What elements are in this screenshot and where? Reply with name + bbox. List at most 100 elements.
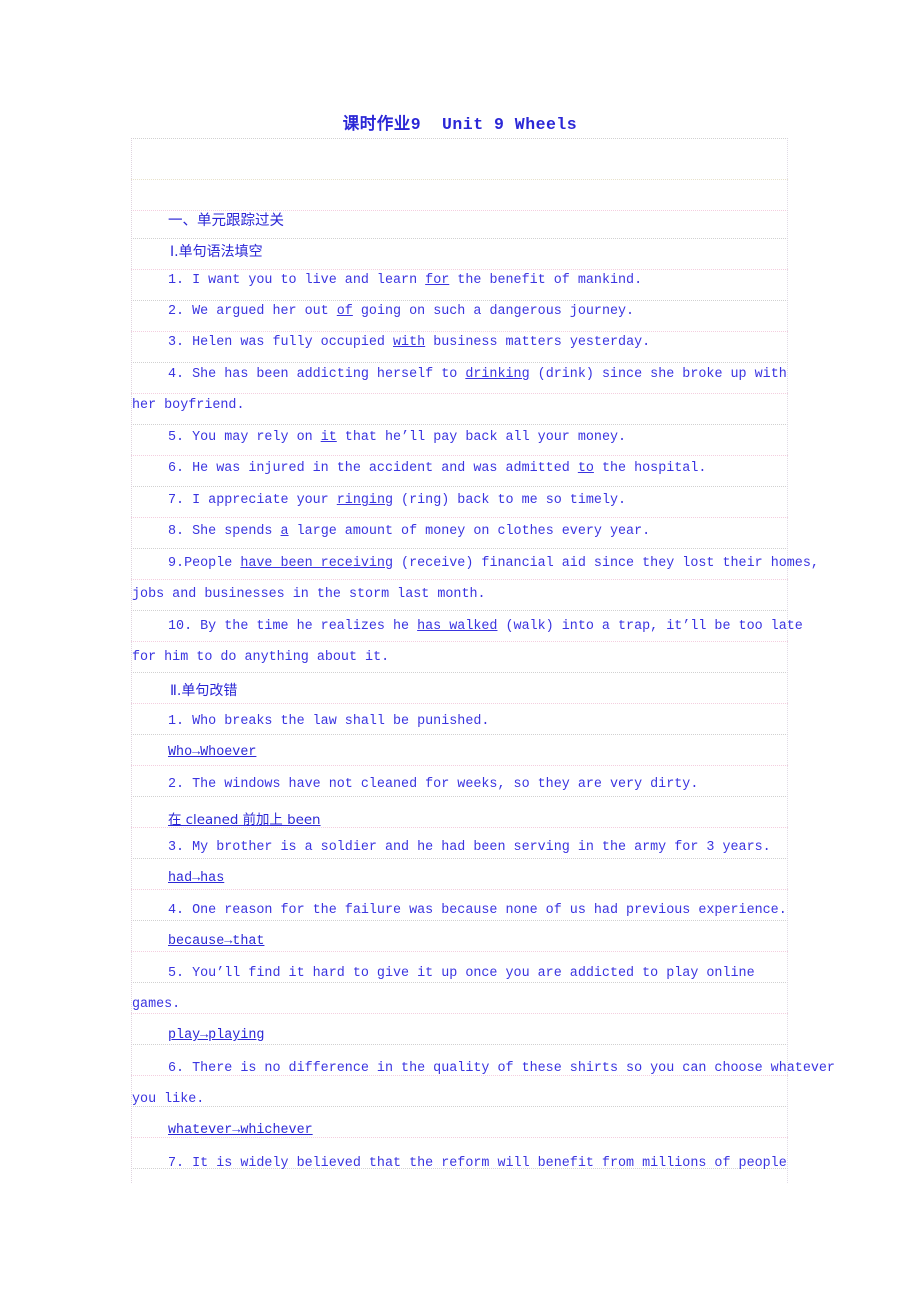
part2-item-3: 3. My brother is a soldier and he had be… xyxy=(168,839,771,856)
part2-item-7: 7. It is widely believed that the reform… xyxy=(168,1155,787,1172)
part2-item-2: 2. The windows have not cleaned for week… xyxy=(168,776,698,793)
part2-answer-6: whatever→whichever xyxy=(168,1123,313,1138)
grid-hline xyxy=(131,672,788,673)
part1-item-4-cont: her boyfriend. xyxy=(132,398,245,413)
item-answer: ringing xyxy=(336,493,394,508)
part2-answer-3: had→has xyxy=(168,871,225,886)
item-answer: to xyxy=(577,461,594,476)
grid-hline xyxy=(131,517,788,518)
part1-item-6: 6. He was injured in the accident and wa… xyxy=(168,460,706,477)
item-text-pre: Helen was fully occupied xyxy=(184,335,394,350)
grid-hline xyxy=(131,424,788,425)
grid-hline xyxy=(131,858,788,859)
item-number: 10. xyxy=(168,619,193,634)
grid-hline xyxy=(131,179,788,180)
item-number: 8. xyxy=(168,524,185,539)
grid-hline xyxy=(131,641,788,642)
item-number: 6. xyxy=(168,461,185,476)
part2-item-6: 6. There is no difference in the quality… xyxy=(168,1060,835,1077)
page-title-cn: 课时作业 xyxy=(342,114,411,133)
part1-item-9: 9.People have been receiving (receive) f… xyxy=(168,555,819,572)
grid-hline xyxy=(131,138,788,139)
item-number: 7. xyxy=(168,493,185,508)
part2-item-5: 5. You’ll find it hard to give it up onc… xyxy=(168,965,755,982)
item-text-pre: People xyxy=(184,556,241,571)
part2-item-6-cont: you like. xyxy=(132,1092,205,1107)
item-text-post: going on such a dangerous journey. xyxy=(352,304,635,319)
grid-hline xyxy=(131,455,788,456)
item-text-pre: We argued her out xyxy=(184,304,337,319)
part1-item-1: 1. I want you to live and learn for the … xyxy=(168,272,642,289)
item-text: One reason for the failure was because n… xyxy=(184,903,787,918)
part1-item-7: 7. I appreciate your ringing (ring) back… xyxy=(168,492,626,509)
part1-item-5: 5. You may rely on it that he’ll pay bac… xyxy=(168,429,626,446)
grid-hline xyxy=(131,579,788,580)
grid-hline xyxy=(131,486,788,487)
item-text-pre: By the time he realizes he xyxy=(192,619,418,634)
item-number: 1. xyxy=(168,714,185,729)
item-number: 9. xyxy=(168,556,185,571)
item-text-post: business matters yesterday. xyxy=(425,335,651,350)
item-text-post: the hospital. xyxy=(593,461,707,476)
item-text-post: (receive) financial aid since they lost … xyxy=(393,556,819,571)
part2-answer-2: 在 cleaned 前加上 been xyxy=(168,813,321,828)
grid-hline xyxy=(131,269,788,270)
item-text: You’ll find it hard to give it up once y… xyxy=(184,966,755,981)
part1-item-10-cont: for him to do anything about it. xyxy=(132,650,390,665)
part1-item-4: 4. She has been addicting herself to dri… xyxy=(168,366,787,383)
item-answer: with xyxy=(393,335,426,350)
item-text-post: large amount of money on clothes every y… xyxy=(288,524,651,539)
item-text: My brother is a soldier and he had been … xyxy=(184,840,771,855)
item-answer: have been receiving xyxy=(240,556,394,571)
grid-hline xyxy=(131,362,788,363)
part1-item-8: 8. She spends a large amount of money on… xyxy=(168,523,650,540)
grid-vline-right xyxy=(787,138,788,1183)
grid-hline xyxy=(131,548,788,549)
part2-answer-1: Who→Whoever xyxy=(168,745,257,760)
item-answer: drinking xyxy=(465,367,530,382)
grid-hline xyxy=(131,796,788,797)
item-answer: a xyxy=(280,524,289,539)
part1-item-10: 10. By the time he realizes he has walke… xyxy=(168,618,803,635)
grid-hline xyxy=(131,393,788,394)
item-text: Who breaks the law shall be punished. xyxy=(184,714,490,729)
grid-hline xyxy=(131,1044,788,1045)
part2-answer-4: because→that xyxy=(168,934,265,949)
item-text-pre: I want you to live and learn xyxy=(184,273,426,288)
part2-item-1: 1. Who breaks the law shall be punished. xyxy=(168,713,489,730)
item-number: 5. xyxy=(168,966,185,981)
item-text-pre: You may rely on xyxy=(184,430,321,445)
item-text: There is no difference in the quality of… xyxy=(184,1061,835,1076)
item-number: 3. xyxy=(168,335,185,350)
page-title-num: 9 xyxy=(410,115,422,134)
page-title: 课时作业9 Unit 9 Wheels xyxy=(0,110,920,134)
grid-hline xyxy=(131,703,788,704)
item-number: 2. xyxy=(168,777,185,792)
grid-hline xyxy=(131,1013,788,1014)
part2-item-5-cont: games. xyxy=(132,997,181,1012)
item-number: 4. xyxy=(168,903,185,918)
item-text-pre: She spends xyxy=(184,524,281,539)
page-title-en: Unit 9 Wheels xyxy=(441,115,578,134)
grid-hline xyxy=(131,238,788,239)
grid-hline xyxy=(131,331,788,332)
grid-hline xyxy=(131,765,788,766)
item-text-post: the benefit of mankind. xyxy=(449,273,643,288)
item-text-post: that he’ll pay back all your money. xyxy=(336,430,627,445)
item-answer: it xyxy=(320,430,337,445)
item-text-pre: I appreciate your xyxy=(184,493,337,508)
item-text-post: (walk) into a trap, it’ll be too late xyxy=(497,619,803,634)
part1-heading: Ⅰ.单句语法填空 xyxy=(170,244,263,260)
item-text: The windows have not cleaned for weeks, … xyxy=(184,777,699,792)
item-text-pre: He was injured in the accident and was a… xyxy=(184,461,578,476)
part2-item-4: 4. One reason for the failure was becaus… xyxy=(168,902,787,919)
part2-heading: Ⅱ.单句改错 xyxy=(170,683,238,699)
item-text-post: (ring) back to me so timely. xyxy=(393,493,627,508)
part1-item-2: 2. We argued her out of going on such a … xyxy=(168,303,634,320)
item-text-post: (drink) since she broke up with xyxy=(529,367,787,382)
section-heading: 一、单元跟踪过关 xyxy=(168,213,284,229)
item-number: 2. xyxy=(168,304,185,319)
part1-item-3: 3. Helen was fully occupied with busines… xyxy=(168,334,650,351)
grid-hline xyxy=(131,920,788,921)
part2-answer-5: play→playing xyxy=(168,1028,265,1043)
